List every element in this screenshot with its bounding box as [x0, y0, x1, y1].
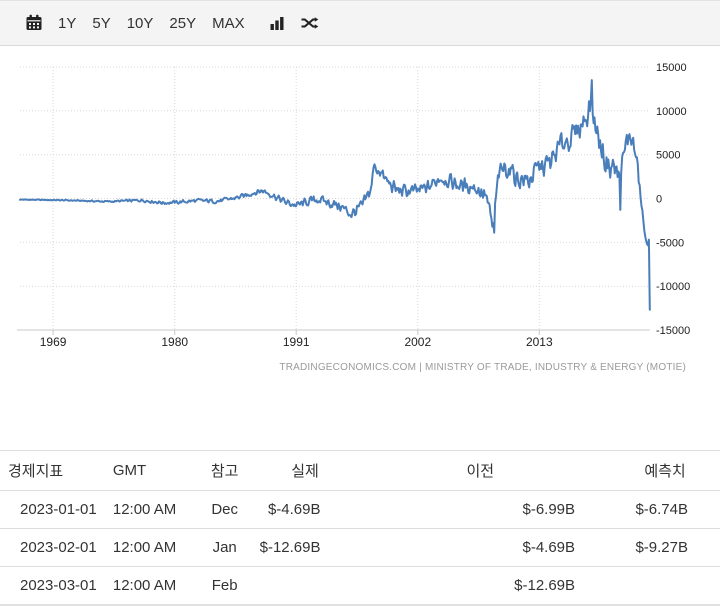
- chart-table-spacer: [0, 392, 720, 450]
- balance-of-trade-line: [20, 80, 650, 310]
- col-header-gmt: GMT: [105, 451, 190, 491]
- col-header-forecast: 예측치: [610, 451, 720, 491]
- cell-previous: $-6.99B: [351, 491, 611, 529]
- y-axis-label: -10000: [656, 281, 690, 293]
- cell-reference: Dec: [190, 491, 260, 529]
- chart-canvas[interactable]: 15000 10000 5000 0 -5000 -10000 -15000 1969 1980…: [0, 46, 720, 392]
- range-button-25y[interactable]: 25Y: [168, 13, 197, 34]
- col-header-reference: 참고: [190, 451, 260, 491]
- y-axis-label: 0: [656, 194, 662, 206]
- bar-chart-icon[interactable]: [268, 14, 286, 32]
- x-axis-label: 2002: [404, 335, 431, 349]
- cell-reference: Feb: [190, 567, 260, 606]
- economic-calendar-table: 경제지표 GMT 참고 실제 이전 예측치 2023-01-01 12:00 A…: [0, 450, 720, 606]
- y-axis-label: 5000: [656, 150, 680, 162]
- cell-forecast: [610, 567, 720, 606]
- cell-date: 2023-01-01: [0, 491, 105, 529]
- chart-attribution: TRADINGECONOMICS.COM | MINISTRY OF TRADE…: [279, 362, 686, 373]
- cell-date: 2023-03-01: [0, 567, 105, 606]
- cell-actual: [260, 567, 351, 606]
- range-button-5y[interactable]: 5Y: [91, 13, 111, 34]
- y-axis-label: 15000: [656, 62, 687, 74]
- range-button-10y[interactable]: 10Y: [126, 13, 155, 34]
- chart-toolbar: 1Y 5Y 10Y 25Y MAX: [0, 0, 720, 46]
- cell-forecast: $-6.74B: [610, 491, 720, 529]
- cell-date: 2023-02-01: [0, 529, 105, 567]
- x-axis-label: 1969: [40, 335, 67, 349]
- y-axis-label: 10000: [656, 106, 687, 118]
- cell-time: 12:00 AM: [105, 491, 190, 529]
- calendar-row-2023-02-01[interactable]: 2023-02-01 12:00 AM Jan $-12.69B $-4.69B…: [0, 529, 720, 567]
- y-axis-label: -15000: [656, 325, 690, 337]
- cell-previous: $-4.69B: [351, 529, 611, 567]
- range-button-max[interactable]: MAX: [211, 13, 246, 34]
- shuffle-icon[interactable]: [300, 14, 319, 32]
- col-header-actual: 실제: [260, 451, 351, 491]
- col-header-indicator: 경제지표: [0, 451, 105, 491]
- cell-time: 12:00 AM: [105, 529, 190, 567]
- x-axis-label: 1980: [161, 335, 188, 349]
- calendar-row-2023-01-01[interactable]: 2023-01-01 12:00 AM Dec $-4.69B $-6.99B …: [0, 491, 720, 529]
- cell-previous: $-12.69B: [351, 567, 611, 606]
- balance-of-trade-chart: 15000 10000 5000 0 -5000 -10000 -15000 1969 1980…: [0, 46, 720, 392]
- cell-actual: $-12.69B: [260, 529, 351, 567]
- cell-time: 12:00 AM: [105, 567, 190, 606]
- calendar-header-row: 경제지표 GMT 참고 실제 이전 예측치: [0, 451, 720, 491]
- calendar-row-2023-03-01[interactable]: 2023-03-01 12:00 AM Feb $-12.69B: [0, 567, 720, 606]
- x-axis-label: 1991: [283, 335, 310, 349]
- range-button-1y[interactable]: 1Y: [57, 13, 77, 34]
- cell-forecast: $-9.27B: [610, 529, 720, 567]
- calendar-icon[interactable]: [25, 14, 43, 32]
- cell-actual: $-4.69B: [260, 491, 351, 529]
- cell-reference: Jan: [190, 529, 260, 567]
- y-axis-label: -5000: [656, 237, 684, 249]
- col-header-previous: 이전: [351, 451, 611, 491]
- x-axis-label: 2013: [526, 335, 553, 349]
